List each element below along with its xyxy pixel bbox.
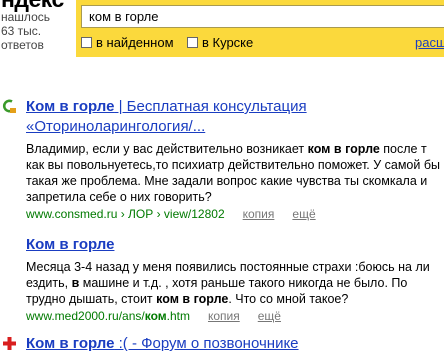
more-link[interactable]: ещё bbox=[258, 309, 281, 324]
result-url[interactable]: www.med2000.ru/ans/ком.htm bbox=[26, 309, 190, 324]
search-in-city-label[interactable]: в Курске bbox=[202, 35, 253, 50]
results-count-line-2: 63 тыс. bbox=[1, 24, 42, 38]
snippet-line: Месяца 3-4 назад у меня появились постоя… bbox=[26, 260, 430, 274]
result-title-line2[interactable]: «Оториноларингология/... bbox=[26, 118, 205, 136]
result-title[interactable]: Ком в горле | Бесплатная консультация bbox=[26, 98, 307, 116]
advanced-search-link[interactable]: расш bbox=[415, 35, 444, 50]
snippet-line: ездить, в машине и т.д. , хотя раньше та… bbox=[26, 276, 408, 290]
snippet-line: такая же проблема. Мне задали вопрос как… bbox=[26, 174, 428, 188]
snippet-line: трудно дышать, стоит ком в горле. Что со… bbox=[26, 292, 349, 306]
result-url[interactable]: www.consmed.ru › ЛОР › view/12802 bbox=[26, 207, 225, 222]
cached-copy-link[interactable]: копия bbox=[208, 309, 240, 324]
result-snippet: Владимир, если у вас действительно возни… bbox=[26, 141, 440, 205]
red-cross-icon bbox=[3, 337, 16, 350]
cached-copy-link[interactable]: копия bbox=[243, 207, 275, 222]
result-meta: www.consmed.ru › ЛОР › view/12802 копия … bbox=[26, 207, 316, 222]
result-title-link[interactable]: Ком в горле bbox=[26, 236, 114, 253]
search-in-found-checkbox[interactable] bbox=[81, 36, 92, 48]
consmed-favicon-icon bbox=[2, 99, 16, 113]
search-in-city-option[interactable]: в Курске bbox=[187, 35, 253, 50]
search-results-page: ндекс нашлось 63 тыс. ответов ком в горл… bbox=[0, 0, 444, 354]
more-link[interactable]: ещё bbox=[292, 207, 315, 222]
result-title[interactable]: Ком в горле bbox=[26, 236, 114, 254]
snippet-line: Владимир, если у вас действительно возни… bbox=[26, 142, 427, 156]
result-title-link-line2[interactable]: «Оториноларингология/... bbox=[26, 118, 205, 135]
search-in-found-label[interactable]: в найденном bbox=[96, 35, 174, 50]
results-count-line-1: нашлось bbox=[1, 10, 50, 24]
result-meta: www.med2000.ru/ans/ком.htm копия ещё bbox=[26, 309, 281, 324]
search-in-city-checkbox[interactable] bbox=[187, 36, 198, 48]
snippet-line: как вы повольнуетесь,то психиатр действи… bbox=[26, 158, 440, 172]
header-left: ндекс нашлось 63 тыс. ответов bbox=[0, 0, 80, 60]
snippet-line: запретила себе о них говорить? bbox=[26, 190, 212, 204]
results-count-line-3: ответов bbox=[1, 38, 44, 52]
result-snippet: Месяца 3-4 назад у меня появились постоя… bbox=[26, 259, 430, 307]
search-panel: ком в горле в найденном в Курске расш bbox=[76, 0, 444, 57]
result-title[interactable]: Ком в горле :( - Форум о позвоночнике bbox=[26, 335, 299, 353]
result-title-link[interactable]: Ком в горле :( - Форум о позвоночнике bbox=[26, 335, 299, 352]
search-input[interactable]: ком в горле bbox=[81, 5, 444, 28]
search-in-found-option[interactable]: в найденном bbox=[81, 35, 174, 50]
result-title-link[interactable]: Ком в горле | Бесплатная консультация bbox=[26, 98, 307, 115]
